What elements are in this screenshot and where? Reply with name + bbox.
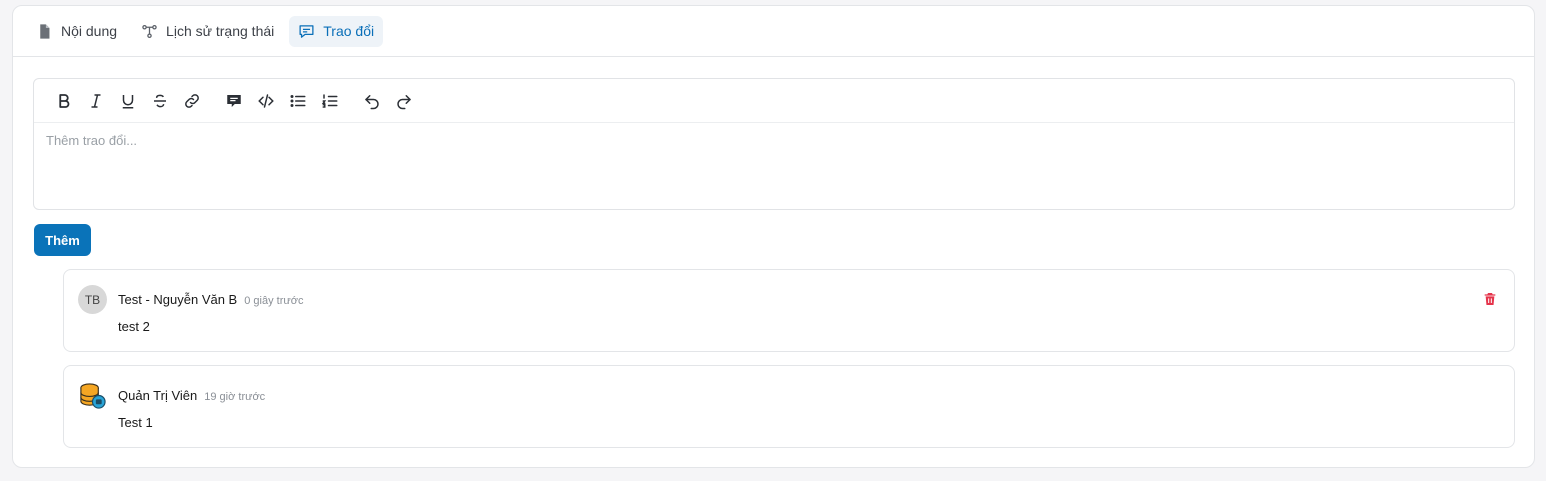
database-avatar-icon — [80, 383, 106, 409]
comment-time: 19 giờ trước — [204, 391, 266, 403]
trash-icon[interactable] — [1482, 291, 1498, 307]
tab-label: Trao đổi — [323, 23, 375, 39]
discussion-panel: Nội dung Lịch sử trạng thái Trao đổi Thê… — [12, 5, 1535, 468]
comment-item: Quản Trị Viên 19 giờ trước Test 1 — [63, 365, 1515, 448]
underline-icon[interactable] — [112, 85, 144, 117]
strikethrough-icon[interactable] — [144, 85, 176, 117]
bold-icon[interactable] — [48, 85, 80, 117]
italic-icon[interactable] — [80, 85, 112, 117]
tab-content[interactable]: Nội dung — [27, 16, 126, 47]
rich-text-editor: Thêm trao đổi... — [33, 78, 1515, 210]
undo-icon[interactable] — [356, 85, 388, 117]
document-icon — [36, 23, 53, 40]
code-icon[interactable] — [250, 85, 282, 117]
tab-label: Nội dung — [61, 23, 118, 39]
comment-input-placeholder: Thêm trao đổi... — [46, 133, 138, 148]
tab-bar: Nội dung Lịch sử trạng thái Trao đổi — [13, 6, 1534, 57]
comment-time: 0 giây trước — [244, 295, 304, 307]
comment-text: test 2 — [118, 319, 150, 334]
comment-icon[interactable] — [218, 85, 250, 117]
comment-author: Test - Nguyễn Văn B — [118, 292, 238, 307]
bullet-list-icon[interactable] — [282, 85, 314, 117]
add-comment-button[interactable]: Thêm — [34, 224, 91, 256]
editor-toolbar — [34, 79, 1514, 123]
chat-icon — [298, 23, 315, 40]
comment-author: Quản Trị Viên — [118, 388, 198, 403]
comment-text: Test 1 — [118, 415, 153, 430]
tab-status-history[interactable]: Lịch sử trạng thái — [132, 16, 283, 47]
avatar — [78, 381, 107, 410]
tab-label: Lịch sử trạng thái — [166, 23, 275, 39]
tab-discussion[interactable]: Trao đổi — [289, 15, 384, 47]
avatar: TB — [78, 285, 107, 314]
comment-item: TB Test - Nguyễn Văn B 0 giây trước test… — [63, 269, 1515, 352]
flow-icon — [141, 23, 158, 40]
link-icon[interactable] — [176, 85, 208, 117]
comment-input[interactable]: Thêm trao đổi... — [34, 123, 1514, 210]
redo-icon[interactable] — [388, 85, 420, 117]
numbered-list-icon[interactable] — [314, 85, 346, 117]
